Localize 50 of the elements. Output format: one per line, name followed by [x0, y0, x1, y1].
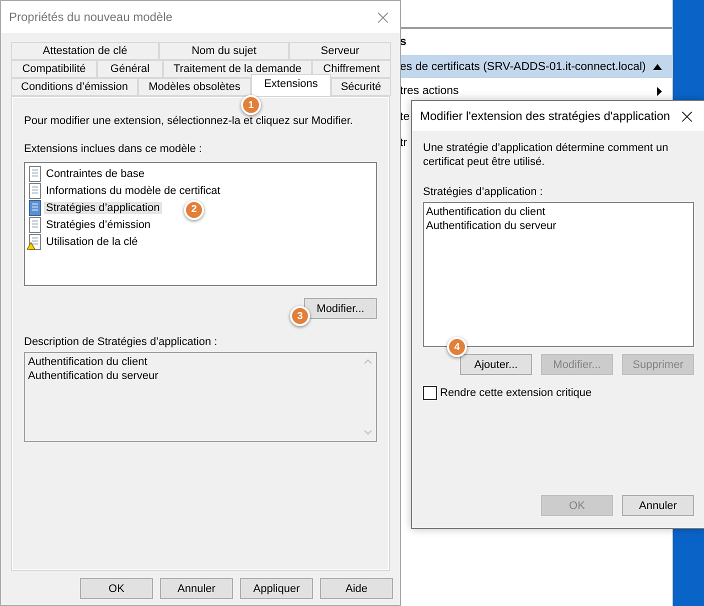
policy-item[interactable]: Authentification du client	[426, 205, 691, 219]
tab[interactable]: Compatibilité	[11, 60, 97, 78]
description-label: Description de Stratégies d’application :	[24, 335, 218, 349]
extension-item[interactable]: Informations du modèle de certificat	[44, 184, 222, 196]
warning-document-icon	[27, 234, 42, 250]
description-line: Authentification du client	[28, 355, 148, 369]
close-button[interactable]: ×	[366, 3, 400, 31]
modify-button[interactable]: Modifier...	[304, 298, 377, 319]
window-title: Modifier l'extension des stratégies d'application	[420, 109, 670, 123]
step-badge: 2	[184, 200, 204, 220]
window-title: Propriétés du nouveau modèle	[9, 10, 172, 24]
tab[interactable]: Traitement de la demande	[163, 60, 312, 78]
document-icon	[27, 166, 42, 182]
extension-item[interactable]: Contraintes de base	[44, 168, 146, 180]
tab[interactable]: Chiffrement	[312, 60, 391, 78]
close-button[interactable]: ×	[670, 102, 704, 130]
tab[interactable]: Attestation de clé	[11, 42, 159, 60]
extension-item[interactable]: Stratégies d’émission	[44, 218, 153, 230]
tab[interactable]: Général	[97, 60, 163, 78]
critical-checkbox[interactable]	[423, 386, 437, 400]
step-badge: 3	[290, 306, 310, 326]
tab[interactable]: Conditions d’émission	[11, 78, 138, 96]
tab[interactable]: Extensions	[251, 74, 331, 96]
extensions-label: Extensions inclues dans ce modèle :	[24, 142, 202, 156]
dialog-button[interactable]: Appliquer	[240, 578, 313, 599]
dialog-button[interactable]: Annuler	[622, 495, 694, 516]
extension-item[interactable]: Stratégies d’application	[44, 202, 162, 214]
policies-label: Stratégies d’application :	[423, 185, 543, 199]
dialog-button[interactable]: OK	[80, 578, 153, 599]
collapse-icon[interactable]	[653, 64, 662, 70]
list-button[interactable]: Ajouter...	[460, 354, 532, 375]
extension-item[interactable]: Utilisation de la clé	[44, 236, 140, 248]
actions-row[interactable]: s	[400, 29, 672, 55]
description-line: Authentification du serveur	[28, 369, 158, 383]
tab[interactable]: Sécurité	[331, 78, 391, 96]
checkbox-label: Rendre cette extension critique	[440, 386, 592, 400]
document-icon	[27, 200, 42, 216]
document-icon	[27, 216, 42, 232]
tab[interactable]: Modèles obsolètes	[138, 78, 251, 96]
instruction-text: Pour modifier une extension, sélectionnez-la et cliquez sur Modifier.	[24, 114, 353, 128]
tab[interactable]: Nom du sujet	[159, 42, 289, 60]
policy-description: Une stratégie d’application détermine comment un certificat peut être utilisé.	[423, 141, 670, 169]
step-badge: 1	[241, 95, 261, 115]
dialog-button[interactable]: Aide	[320, 578, 393, 599]
tab[interactable]: Serveur	[289, 42, 391, 60]
policy-item[interactable]: Authentification du serveur	[426, 219, 691, 233]
document-icon	[27, 182, 42, 198]
actions-row[interactable]: tres actions	[400, 78, 672, 104]
submenu-arrow-icon	[657, 86, 662, 96]
dialog-button[interactable]: Annuler	[160, 578, 233, 599]
